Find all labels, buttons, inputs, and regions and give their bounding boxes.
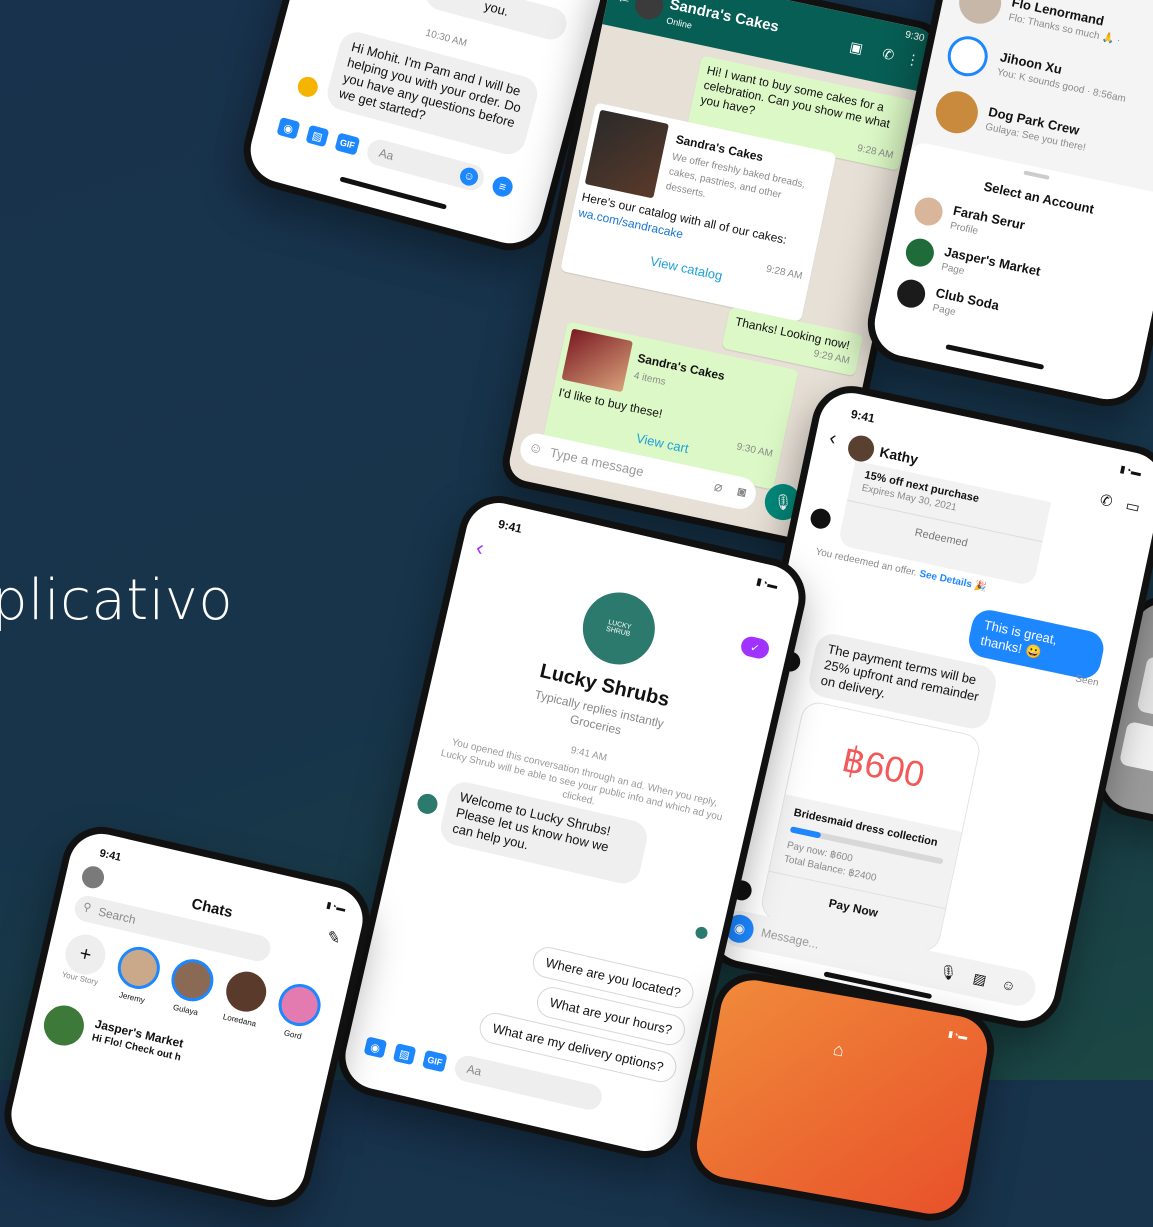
story-item[interactable]: Gord <box>267 979 328 1045</box>
photo-icon[interactable]: ▨ <box>305 124 330 148</box>
status-time: 9:41 <box>98 847 123 864</box>
microphone-icon[interactable]: 🎙 <box>938 962 959 982</box>
status-time: 9:41 <box>496 516 524 536</box>
phone-chats-list: 9:41 ▮◔▬ Chats ✎ ⚲ Search + Your Story J… <box>0 818 378 1216</box>
status-icons: ▮◔▬ <box>325 899 347 914</box>
contact-status: Online <box>665 15 693 31</box>
cart-image <box>561 328 633 393</box>
cart-items: 4 items <box>632 370 667 388</box>
story-name: Jeremy <box>118 990 146 1005</box>
cake-image <box>584 109 669 199</box>
status-time: 9:30 <box>904 29 926 45</box>
account-avatar <box>894 277 928 311</box>
story-item[interactable]: Loredana <box>214 967 275 1031</box>
business-logo: LUCKY SHRUB <box>575 585 663 672</box>
lock-icon: ⌂ <box>831 1038 846 1061</box>
chat-avatar <box>931 87 982 138</box>
store-icon[interactable]: ▣ <box>848 38 864 57</box>
sheet-handle <box>1023 170 1050 180</box>
phone-call-icon[interactable]: ✆ <box>1098 491 1114 511</box>
add-call-icon[interactable]: ✆ <box>881 45 896 64</box>
agent-avatar <box>295 74 321 100</box>
payment-card: ฿600 Bridesmaid dress collection Pay now… <box>758 699 983 955</box>
chat-avatar <box>944 32 992 80</box>
gallery-icon[interactable]: ▨ <box>971 970 988 989</box>
emoji-icon[interactable]: ☺ <box>458 165 481 188</box>
message-input-placeholder: Message... <box>759 925 821 952</box>
offer-badge-icon[interactable]: ✓ <box>739 634 771 661</box>
status-icons: ▮◔▬ <box>755 576 779 592</box>
story-avatar <box>113 942 164 994</box>
sticker-icon[interactable]: ☺ <box>1000 976 1017 995</box>
camera-icon[interactable]: ◉ <box>363 1036 388 1059</box>
business-avatar <box>808 506 833 531</box>
chat-avatar <box>39 1001 88 1050</box>
hero-heading: plicativo <box>0 568 234 633</box>
read-receipt-avatar <box>694 925 709 941</box>
contact-name: Sandra's Cakes <box>668 0 781 36</box>
gif-icon[interactable]: GIF <box>422 1049 448 1073</box>
camera-icon[interactable]: ◙ <box>736 483 748 500</box>
message-input-placeholder: Aa <box>465 1061 483 1079</box>
payment-progress-fill <box>789 826 822 839</box>
account-type: Page <box>931 302 957 319</box>
message-input-placeholder: Aa <box>377 145 396 164</box>
menu-icon[interactable]: ≡ <box>490 174 515 199</box>
back-arrow-icon[interactable]: ← <box>614 0 633 10</box>
message-time: 10:30 AM <box>424 27 469 50</box>
gif-icon[interactable]: GIF <box>334 132 361 156</box>
chat-avatar <box>955 0 1006 28</box>
partial-card <box>1118 721 1153 781</box>
partial-card <box>1136 655 1153 728</box>
attach-icon[interactable]: ⌀ <box>713 478 725 496</box>
search-icon: ⚲ <box>81 900 93 915</box>
story-item[interactable]: + Your Story <box>55 929 115 988</box>
contact-avatar <box>845 433 877 464</box>
payment-amount: ฿600 <box>838 737 929 796</box>
contact-avatar <box>632 0 666 23</box>
status-icons: ▮◔▬ <box>1118 463 1143 480</box>
camera-icon[interactable]: ◉ <box>276 116 301 140</box>
status-time: 9:41 <box>849 406 877 426</box>
back-chevron-icon[interactable]: ‹ <box>827 427 838 451</box>
video-call-icon[interactable]: ▭ <box>1124 496 1142 517</box>
home-indicator <box>945 344 1045 370</box>
account-type: Page <box>940 261 966 278</box>
story-name: Gord <box>283 1028 303 1042</box>
account-avatar <box>911 194 946 229</box>
emoji-icon[interactable]: ☺ <box>527 438 544 457</box>
back-chevron-icon[interactable]: ‹ <box>474 535 487 562</box>
story-avatar <box>167 955 218 1006</box>
account-avatar <box>903 235 937 270</box>
account-sheet: Select an Account Farah Serur Profile Ja… <box>868 140 1153 406</box>
story-item[interactable]: Gulaya <box>160 954 221 1020</box>
seen-indicator: Seen <box>1074 673 1100 689</box>
logo-text: LUCKY SHRUB <box>605 619 632 639</box>
story-avatar <box>222 967 271 1016</box>
story-item[interactable]: Jeremy <box>107 942 168 1008</box>
phone-screen: 9:41 ▮◔▬ Chats ✎ ⚲ Search + Your Story J… <box>4 827 370 1207</box>
photo-icon[interactable]: ▨ <box>392 1043 417 1066</box>
more-icon[interactable]: ⋮ <box>904 50 921 70</box>
story-name: Gulaya <box>172 1002 199 1018</box>
phone-screen: ▮◔▬ ⌂ <box>691 975 993 1219</box>
story-avatar <box>274 979 325 1031</box>
message-input[interactable]: Aa ☺ <box>364 136 487 194</box>
business-avatar <box>415 791 440 816</box>
account-type: Profile <box>948 220 979 238</box>
contact-name: Kathy <box>878 443 920 468</box>
search-placeholder: Search <box>96 904 138 927</box>
status-icons: ▮◔▬ <box>947 1028 969 1042</box>
story-name: Loredana <box>222 1012 258 1029</box>
